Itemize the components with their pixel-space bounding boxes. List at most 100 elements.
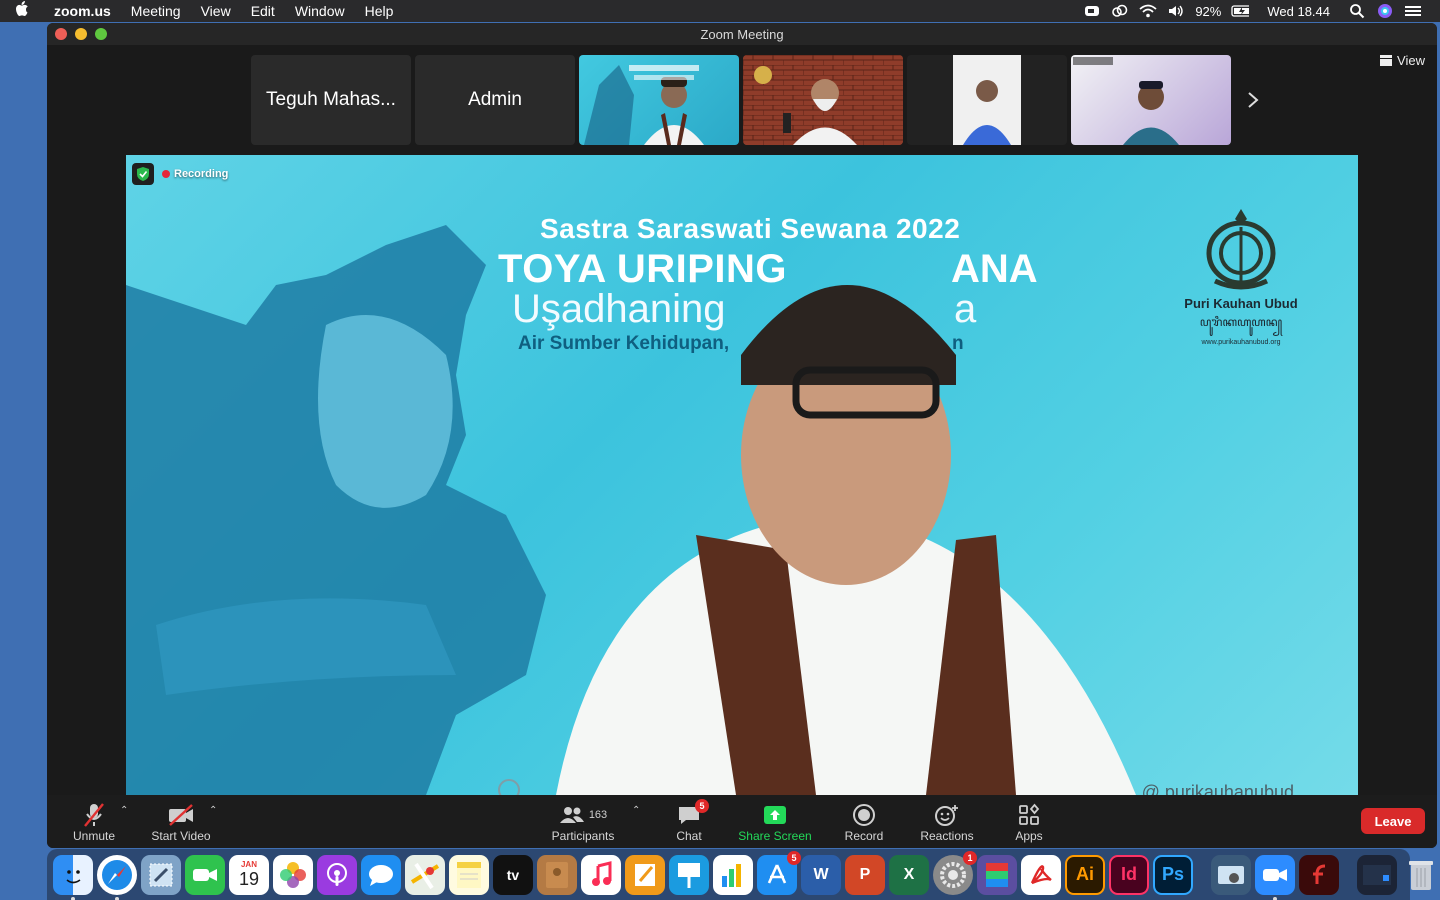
mail-stamp-icon[interactable] bbox=[141, 854, 181, 895]
grid-view-icon bbox=[1380, 55, 1393, 66]
smile-plus-icon bbox=[934, 801, 960, 829]
contacts-book-icon[interactable] bbox=[537, 854, 577, 895]
apple-tv-icon[interactable]: tv bbox=[493, 854, 533, 895]
share-screen-icon bbox=[763, 801, 787, 829]
numbers-icon[interactable] bbox=[713, 854, 753, 895]
spotlight-search-icon[interactable] bbox=[1348, 3, 1366, 19]
menu-app-name[interactable]: zoom.us bbox=[44, 3, 121, 19]
chat-unread-badge: 5 bbox=[695, 799, 709, 813]
handle-text: purikauhanubud bbox=[1164, 782, 1294, 795]
podcasts-icon[interactable] bbox=[317, 854, 357, 895]
finder-icon[interactable] bbox=[53, 854, 93, 900]
next-page-chevron-right-icon[interactable] bbox=[1242, 87, 1264, 113]
participant-video-image bbox=[584, 65, 704, 145]
menu-window[interactable]: Window bbox=[285, 3, 355, 19]
participant-video-tile[interactable] bbox=[743, 55, 903, 145]
meeting-toolbar: Unmute ⌃ Start Video ⌃ 163 Participants … bbox=[47, 795, 1437, 848]
unmute-button[interactable]: Unmute bbox=[69, 797, 119, 843]
share-screen-button[interactable]: Share Screen bbox=[735, 797, 815, 843]
chat-button[interactable]: 5 Chat bbox=[669, 797, 709, 843]
participant-tile-name-only[interactable]: Admin bbox=[415, 55, 575, 145]
system-preferences-gear-icon[interactable]: 1 bbox=[933, 850, 977, 895]
participant-video-tile[interactable] bbox=[1071, 55, 1231, 145]
creative-cloud-icon[interactable] bbox=[1111, 3, 1129, 19]
menubar-clock[interactable]: Wed 18.44 bbox=[1267, 4, 1330, 19]
apps-button[interactable]: Apps bbox=[1009, 797, 1049, 843]
safari-icon[interactable] bbox=[97, 854, 137, 900]
zoom-status-icon[interactable] bbox=[1083, 3, 1101, 19]
maps-icon[interactable] bbox=[405, 854, 445, 895]
zoom-window-preview-icon[interactable] bbox=[1357, 854, 1397, 895]
facetime-icon[interactable] bbox=[185, 854, 225, 895]
adobe-indesign-icon[interactable]: Id bbox=[1109, 854, 1149, 895]
zoom-meeting-window: Zoom Meeting Teguh Mahas... Admin View R… bbox=[47, 23, 1437, 848]
close-window-button[interactable] bbox=[55, 28, 67, 40]
window-titlebar[interactable]: Zoom Meeting bbox=[47, 23, 1437, 45]
macos-dock: JAN 19 tv 5 W P X 1 Ai Id Ps bbox=[47, 849, 1433, 900]
volume-icon[interactable] bbox=[1167, 3, 1185, 19]
participants-button[interactable]: 163 Participants bbox=[547, 797, 619, 843]
participants-options-chevron-up-icon[interactable]: ⌃ bbox=[632, 805, 640, 816]
view-button[interactable]: View bbox=[1380, 53, 1425, 68]
siri-icon[interactable] bbox=[1376, 3, 1394, 19]
image-capture-icon[interactable] bbox=[1211, 854, 1251, 895]
leave-meeting-button[interactable]: Leave bbox=[1361, 808, 1425, 834]
reactions-button[interactable]: Reactions bbox=[917, 797, 977, 843]
calendar-month: JAN bbox=[240, 860, 257, 869]
adobe-acrobat-icon[interactable] bbox=[1021, 854, 1061, 895]
menu-edit[interactable]: Edit bbox=[241, 3, 285, 19]
messages-icon[interactable] bbox=[361, 854, 401, 895]
adobe-illustrator-icon[interactable]: Ai bbox=[1065, 854, 1105, 895]
pages-icon[interactable] bbox=[625, 854, 665, 895]
banner-tagline-right: n bbox=[952, 333, 964, 354]
start-video-button[interactable]: Start Video bbox=[147, 797, 215, 843]
menubar-status-area: 92% Wed 18.44 bbox=[1083, 0, 1440, 22]
participant-video-tile[interactable] bbox=[907, 55, 1067, 145]
keynote-icon[interactable] bbox=[669, 854, 709, 895]
participants-icon bbox=[559, 807, 584, 823]
photos-icon[interactable] bbox=[273, 854, 313, 895]
minimize-window-button[interactable] bbox=[75, 28, 87, 40]
encryption-shield-icon[interactable] bbox=[132, 163, 154, 185]
trash-icon[interactable] bbox=[1401, 855, 1440, 895]
recording-indicator: Recording bbox=[132, 163, 228, 185]
participant-video-tile[interactable] bbox=[579, 55, 739, 145]
winrar-archive-icon[interactable] bbox=[977, 854, 1017, 895]
microsoft-powerpoint-icon[interactable]: P bbox=[845, 854, 885, 895]
apple-menu-icon[interactable] bbox=[0, 1, 44, 21]
microsoft-excel-icon[interactable]: X bbox=[889, 854, 929, 895]
audio-options-chevron-up-icon[interactable]: ⌃ bbox=[120, 805, 128, 816]
battery-icon[interactable] bbox=[1231, 3, 1250, 19]
running-indicator bbox=[1273, 896, 1277, 900]
record-button[interactable]: Record bbox=[842, 797, 886, 843]
recording-label: Recording bbox=[162, 168, 228, 180]
participant-name: Admin bbox=[468, 89, 522, 110]
participant-name: Teguh Mahas... bbox=[266, 89, 396, 110]
calendar-day: 19 bbox=[238, 869, 260, 889]
menu-help[interactable]: Help bbox=[355, 3, 404, 19]
active-speaker-video[interactable]: Recording Sastra Saraswati Sewana 2022 T… bbox=[126, 155, 1358, 795]
microsoft-word-icon[interactable]: W bbox=[801, 854, 841, 895]
wifi-icon[interactable] bbox=[1139, 3, 1157, 19]
reactions-label: Reactions bbox=[920, 829, 974, 843]
record-label: Record bbox=[844, 829, 884, 843]
participant-strip: Teguh Mahas... Admin bbox=[251, 55, 1231, 145]
participant-video-image bbox=[953, 55, 1021, 145]
notes-icon[interactable] bbox=[449, 854, 489, 895]
adobe-photoshop-icon[interactable]: Ps bbox=[1153, 854, 1193, 895]
maximize-window-button[interactable] bbox=[95, 28, 107, 40]
participant-tile-name-only[interactable]: Teguh Mahas... bbox=[251, 55, 411, 145]
music-icon[interactable] bbox=[581, 854, 621, 895]
app-store-icon[interactable]: 5 bbox=[757, 850, 801, 895]
share-screen-label: Share Screen bbox=[738, 829, 812, 843]
running-indicator bbox=[71, 896, 75, 900]
footer-social-handle: @ purikauhanubud bbox=[1142, 782, 1294, 795]
zoom-app-icon[interactable] bbox=[1255, 854, 1295, 900]
adobe-flash-icon[interactable] bbox=[1299, 854, 1339, 895]
record-icon bbox=[852, 801, 876, 829]
control-center-icon[interactable] bbox=[1404, 3, 1422, 19]
menu-meeting[interactable]: Meeting bbox=[121, 3, 191, 19]
video-options-chevron-up-icon[interactable]: ⌃ bbox=[209, 805, 217, 816]
calendar-icon[interactable]: JAN 19 bbox=[229, 854, 269, 895]
menu-view[interactable]: View bbox=[191, 3, 241, 19]
